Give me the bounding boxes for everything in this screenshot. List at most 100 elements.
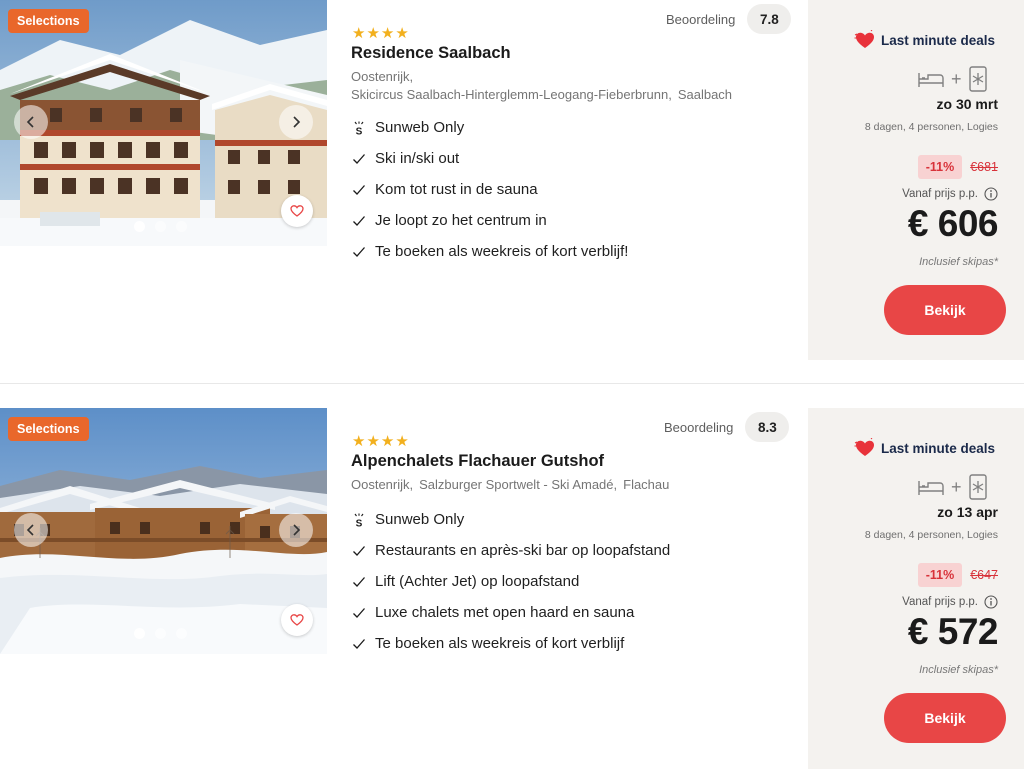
price-note: Inclusief skipas* — [919, 664, 998, 676]
svg-text:S: S — [356, 518, 363, 527]
check-icon — [352, 245, 375, 259]
price-panel: Last minute deals + zo 13 apr 8 dagen, 4… — [808, 408, 1024, 769]
feature-text: Ski in/ski out — [375, 150, 460, 167]
hotel-name[interactable]: Residence Saalbach — [351, 44, 511, 63]
feature-item: Ski in/ski out — [352, 143, 628, 174]
skipass-icon — [968, 66, 987, 92]
hotel-image — [0, 0, 327, 246]
rating-label: Beoordeling — [666, 11, 736, 27]
feature-list: S Sunweb Only Ski in/ski out Kom tot rus… — [352, 112, 628, 267]
trip-meta: 8 dagen, 4 personen, Logies — [864, 121, 998, 133]
pagination-dot[interactable] — [134, 221, 145, 232]
result-divider — [0, 383, 1024, 384]
hotel-location: Oostenrijk, Skicircus Saalbach-Hintergle… — [351, 68, 738, 104]
hotel-location: Oostenrijk, Salzburger Sportwelt - Ski Am… — [351, 476, 675, 494]
pagination-dot[interactable] — [155, 221, 166, 232]
selections-badge: Selections — [8, 417, 89, 441]
hotel-photo[interactable]: Selections — [0, 408, 327, 654]
from-price-label: Vanaf prijs p.p. — [902, 187, 998, 201]
from-price-label: Vanaf prijs p.p. — [902, 595, 998, 609]
view-button[interactable]: Bekijk — [884, 285, 1006, 335]
heart-deal-icon — [854, 438, 874, 456]
discount-badge: -11% — [917, 563, 963, 587]
trip-includes: + — [918, 474, 987, 500]
hotel-name[interactable]: Alpenchalets Flachauer Gutshof — [351, 452, 604, 471]
info-icon[interactable] — [984, 595, 998, 609]
favorite-button[interactable] — [281, 604, 313, 636]
review-rating: Beoordeling 8.3 — [664, 412, 790, 442]
location-country: Oostenrijk, — [351, 69, 414, 84]
feature-item: Te boeken als weekreis of kort verblijf! — [352, 236, 628, 267]
hotel-image — [0, 408, 327, 654]
old-price: €681 — [970, 160, 998, 174]
discount-row: -11% €647 — [917, 563, 998, 587]
svg-text:S: S — [356, 126, 363, 135]
check-icon — [352, 575, 375, 589]
feature-text: Lift (Achter Jet) op loopafstand — [375, 573, 580, 590]
photo-pagination — [134, 628, 187, 639]
feature-text: Sunweb Only — [375, 119, 465, 136]
photo-next-button[interactable] — [279, 105, 313, 139]
deal-label: Last minute deals — [854, 438, 995, 458]
feature-text: Restaurants en après-ski bar op loopafst… — [375, 542, 671, 559]
chevron-left-icon — [26, 524, 34, 536]
deal-label: Last minute deals — [854, 30, 995, 50]
price-panel: Last minute deals + zo 30 mrt 8 dagen, 4… — [808, 0, 1024, 360]
favorite-button[interactable] — [281, 195, 313, 227]
departure-date: zo 13 apr — [937, 504, 998, 520]
location-region: Salzburger Sportwelt - Ski Amadé, — [419, 477, 618, 492]
sunweb-icon: S — [352, 513, 375, 527]
location-town: Saalbach — [677, 87, 733, 102]
location-region: Skicircus Saalbach-Hinterglemm-Leogang-F… — [351, 87, 672, 102]
feature-text: Kom tot rust in de sauna — [375, 181, 538, 198]
pagination-dot[interactable] — [176, 221, 187, 232]
trip-includes: + — [918, 66, 987, 92]
check-icon — [352, 606, 375, 620]
trip-meta: 8 dagen, 4 personen, Logies — [864, 529, 998, 541]
feature-text: Je loopt zo het centrum in — [375, 212, 547, 229]
selections-badge: Selections — [8, 9, 89, 33]
star-rating: ★★★★ — [352, 25, 410, 42]
view-button[interactable]: Bekijk — [884, 693, 1006, 743]
feature-item: Te boeken als weekreis of kort verblijf — [352, 628, 670, 659]
location-town: Flachau — [623, 477, 670, 492]
result-card: Selections ★★★★ Alpenchalets Flachauer G… — [0, 408, 1024, 769]
check-icon — [352, 214, 375, 228]
check-icon — [352, 183, 375, 197]
pagination-dot[interactable] — [155, 628, 166, 639]
info-icon[interactable] — [984, 187, 998, 201]
discount-row: -11% €681 — [917, 155, 998, 179]
star-rating: ★★★★ — [352, 433, 410, 450]
deal-text: Last minute deals — [881, 440, 996, 456]
photo-prev-button[interactable] — [14, 513, 48, 547]
check-icon — [352, 544, 375, 558]
result-card: Selections ★★★★ Residence Saalbach Ooste… — [0, 0, 1024, 362]
rating-score: 7.8 — [747, 4, 792, 34]
bed-icon — [918, 481, 944, 495]
check-icon — [352, 637, 375, 651]
feature-list: S Sunweb Only Restaurants en après-ski b… — [352, 504, 670, 659]
from-label-text: Vanaf prijs p.p. — [902, 188, 978, 200]
feature-item: Restaurants en après-ski bar op loopafst… — [352, 535, 670, 566]
rating-score: 8.3 — [745, 412, 790, 442]
feature-item: S Sunweb Only — [352, 504, 670, 535]
feature-text: Luxe chalets met open haard en sauna — [375, 604, 635, 621]
pagination-dot[interactable] — [176, 628, 187, 639]
chevron-left-icon — [26, 116, 34, 128]
bed-icon — [918, 73, 944, 87]
skipass-icon — [968, 474, 987, 500]
photo-pagination — [134, 221, 187, 232]
hotel-photo[interactable]: Selections — [0, 0, 327, 246]
feature-text: Te boeken als weekreis of kort verblijf — [375, 635, 625, 652]
chevron-right-icon — [293, 116, 301, 128]
price-note: Inclusief skipas* — [919, 256, 998, 268]
price: € 606 — [907, 203, 999, 244]
sunweb-icon: S — [352, 121, 375, 135]
pagination-dot[interactable] — [134, 628, 145, 639]
review-rating: Beoordeling 7.8 — [666, 4, 792, 34]
departure-date: zo 30 mrt — [936, 96, 998, 112]
photo-prev-button[interactable] — [14, 105, 48, 139]
old-price: €647 — [970, 568, 998, 582]
heart-deal-icon — [854, 30, 874, 48]
photo-next-button[interactable] — [279, 513, 313, 547]
